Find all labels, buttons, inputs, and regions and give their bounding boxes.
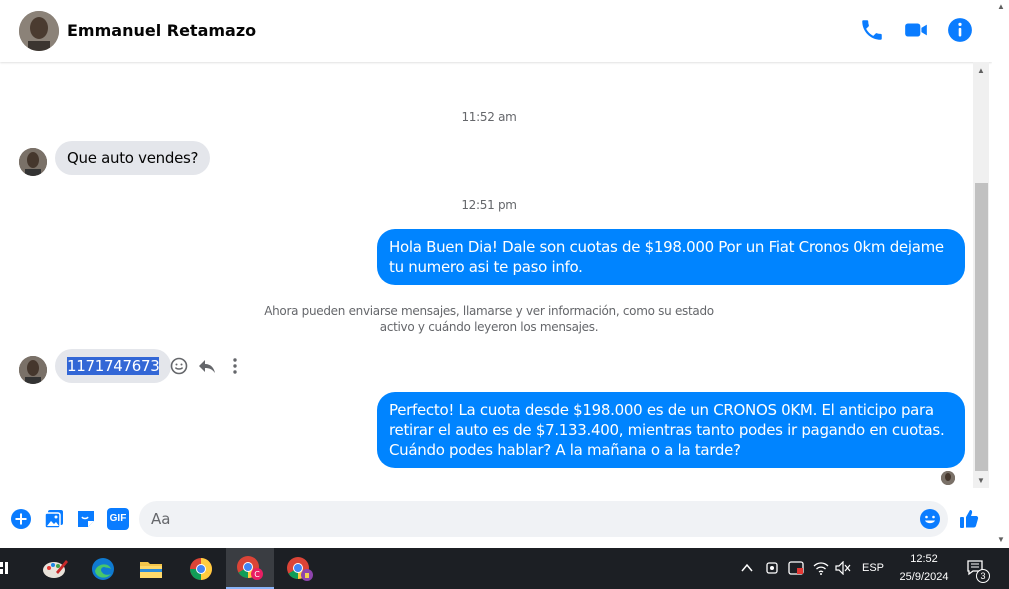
- messages-scrollbar-thumb[interactable]: [975, 183, 988, 471]
- meet-now-icon[interactable]: [765, 560, 779, 576]
- phone-icon[interactable]: [859, 17, 885, 43]
- task-view-icon[interactable]: [0, 560, 10, 576]
- image-icon[interactable]: [43, 508, 65, 530]
- system-notice: Ahora pueden enviarse mensajes, llamarse…: [264, 304, 714, 334]
- scroll-down-arrow[interactable]: ▼: [976, 476, 986, 486]
- clock-time[interactable]: 12:52: [892, 553, 956, 565]
- input-language[interactable]: ESP: [860, 562, 886, 574]
- clock-date[interactable]: 25/9/2024: [892, 571, 956, 583]
- incoming-message[interactable]: Que auto vendes?: [55, 141, 211, 175]
- plus-icon[interactable]: [10, 508, 32, 530]
- message-timestamp: 11:52 am: [461, 110, 517, 124]
- gif-icon[interactable]: GIF: [107, 508, 129, 530]
- messenger-window: Emmanuel Retamazo ▲ ▼ ▲ ▼ 11:52 am Que a…: [0, 0, 1009, 589]
- like-icon[interactable]: [958, 508, 980, 530]
- selected-phone-number[interactable]: 1171747673: [67, 357, 160, 375]
- info-icon[interactable]: [947, 17, 973, 43]
- battery-saver-icon[interactable]: [788, 560, 804, 576]
- scroll-up-arrow[interactable]: ▲: [976, 66, 986, 76]
- wifi-icon[interactable]: [813, 561, 829, 575]
- reply-icon[interactable]: [197, 356, 217, 376]
- taskbar-chrome-app[interactable]: [177, 548, 225, 589]
- volume-muted-icon[interactable]: [835, 561, 851, 575]
- contact-name[interactable]: Emmanuel Retamazo: [67, 21, 256, 40]
- svg-text:C: C: [254, 570, 260, 579]
- taskbar-chrome-profile-2[interactable]: [276, 548, 324, 589]
- read-receipt-avatar: [941, 471, 955, 485]
- sender-avatar[interactable]: [19, 148, 47, 176]
- show-hidden-icons-icon[interactable]: [741, 563, 753, 573]
- video-icon[interactable]: [903, 17, 929, 43]
- conversation-header: Emmanuel Retamazo: [0, 0, 992, 62]
- contact-avatar[interactable]: [19, 11, 59, 51]
- outgoing-message[interactable]: Hola Buen Dia! Dale son cuotas de $198.0…: [377, 229, 965, 285]
- notification-count-badge: 3: [976, 569, 990, 583]
- taskbar-explorer-app[interactable]: [127, 548, 175, 589]
- sticker-icon[interactable]: [75, 508, 97, 530]
- taskbar-paint-app[interactable]: [31, 548, 79, 589]
- incoming-message-phone[interactable]: 1171747673: [55, 349, 172, 383]
- taskbar-edge-app[interactable]: [79, 548, 127, 589]
- page-scrollbar[interactable]: ▲ ▼: [992, 0, 1009, 548]
- windows-taskbar: C ESP 12:52 25/9/2024 3: [0, 548, 1009, 589]
- more-icon[interactable]: [225, 356, 245, 376]
- sender-avatar[interactable]: [19, 356, 47, 384]
- emoji-icon[interactable]: [919, 508, 941, 530]
- react-icon[interactable]: [169, 356, 189, 376]
- message-timestamp: 12:51 pm: [461, 198, 517, 212]
- message-input[interactable]: [139, 501, 948, 537]
- taskbar-chrome-profile-c[interactable]: C: [226, 548, 274, 589]
- outgoing-message[interactable]: Perfecto! La cuota desde $198.000 es de …: [377, 392, 965, 468]
